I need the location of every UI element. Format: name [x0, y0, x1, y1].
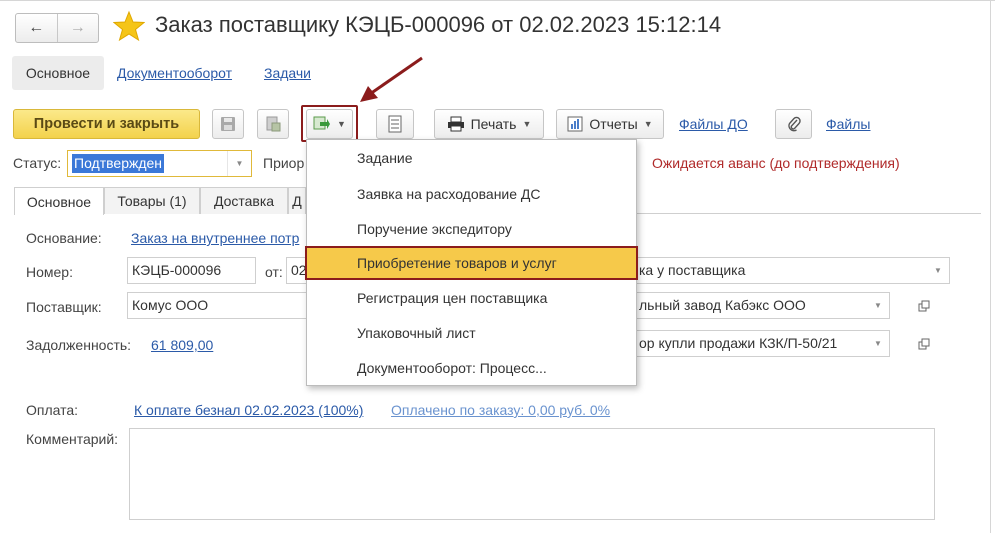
chevron-down-icon[interactable]: ▼ — [227, 151, 251, 176]
chevron-down-icon: ▼ — [643, 119, 653, 129]
favorite-star-icon[interactable] — [113, 10, 145, 42]
forward-button[interactable]: → — [56, 14, 99, 42]
chevron-down-icon[interactable]: ▼ — [867, 331, 889, 356]
reports-label: Отчеты — [589, 116, 638, 132]
arrow-left-icon: ← — [28, 19, 45, 36]
inner-tab-main[interactable]: Основное — [14, 187, 104, 215]
floppy-disk-icon — [221, 117, 235, 131]
post-and-close-button[interactable]: Провести и закрыть — [13, 109, 200, 139]
basis-label: Основание: — [26, 230, 102, 246]
window-top-border — [0, 0, 995, 6]
open-partner-button[interactable] — [913, 292, 935, 319]
status-select[interactable]: Подтвержден ▼ — [67, 150, 252, 177]
attach-button[interactable] — [775, 109, 812, 139]
reports-icon — [567, 116, 583, 132]
menu-item-task[interactable]: Задание — [307, 141, 636, 175]
priority-label: Приор — [263, 155, 305, 171]
operation-field[interactable]: ка у поставщика ▼ — [620, 257, 950, 284]
debt-label: Задолженность: — [26, 337, 132, 353]
inner-tab-more[interactable]: Д — [288, 187, 306, 214]
printer-icon — [447, 116, 464, 132]
comment-field[interactable] — [129, 428, 935, 520]
paid-link[interactable]: Оплачено по заказу: 0,00 руб. 0% — [391, 402, 610, 418]
back-button[interactable]: ← — [16, 14, 57, 42]
open-window-icon — [918, 338, 930, 349]
annotation-arrow-icon — [360, 56, 423, 102]
chevron-down-icon[interactable]: ▼ — [867, 293, 889, 318]
operation-value: ка у поставщика — [639, 262, 746, 278]
menu-item-purchase-goods-services[interactable]: Приобретение товаров и услуг — [305, 246, 638, 280]
menu-item-packing-list[interactable]: Упаковочный лист — [307, 316, 636, 350]
document-structure-button[interactable] — [376, 109, 414, 139]
basis-link[interactable]: Заказ на внутреннее потр — [131, 230, 306, 246]
open-window-icon — [918, 300, 930, 311]
files-link[interactable]: Файлы — [826, 116, 870, 132]
contract-value: ор купли продажи КЗК/П-50/21 — [639, 335, 838, 351]
document-post-icon — [266, 116, 281, 132]
payment-warning: Ожидается аванс (до подтверждения) — [652, 155, 900, 171]
tab-tasks[interactable]: Задачи — [264, 65, 311, 81]
post-button[interactable] — [257, 109, 289, 139]
menu-item-cash-request[interactable]: Заявка на расходование ДС — [307, 177, 636, 211]
chevron-down-icon[interactable]: ▼ — [927, 258, 949, 283]
debt-link[interactable]: 61 809,00 — [151, 337, 213, 353]
status-value: Подтвержден — [72, 154, 165, 173]
save-button[interactable] — [212, 109, 244, 139]
print-button[interactable]: Печать ▼ — [434, 109, 544, 139]
from-label: от: — [265, 264, 283, 280]
partner-value: льный завод Кабэкс ООО — [639, 297, 806, 313]
inner-tab-delivery[interactable]: Доставка — [200, 187, 288, 214]
open-contract-button[interactable] — [913, 330, 935, 357]
files-do-link[interactable]: Файлы ДО — [679, 116, 748, 132]
partner-field[interactable]: льный завод Кабэкс ООО ▼ — [620, 292, 890, 319]
list-document-icon — [388, 115, 402, 133]
inner-tab-goods[interactable]: Товары (1) — [104, 187, 200, 214]
tab-docflow[interactable]: Документооборот — [117, 65, 232, 81]
reports-button[interactable]: Отчеты ▼ — [556, 109, 664, 139]
paperclip-icon — [787, 116, 801, 132]
menu-item-forwarder-order[interactable]: Поручение экспедитору — [307, 212, 636, 246]
number-label: Номер: — [26, 264, 73, 280]
payment-label: Оплата: — [26, 402, 79, 418]
page-title: Заказ поставщику КЭЦБ-000096 от 02.02.20… — [155, 12, 722, 37]
date-field[interactable]: 02 — [286, 257, 306, 284]
supplier-label: Поставщик: — [26, 299, 102, 315]
comment-label: Комментарий: — [26, 431, 119, 447]
menu-item-docflow-process[interactable]: Документооборот: Процесс... — [307, 351, 636, 385]
supplier-field[interactable]: Комус ООО — [127, 292, 306, 319]
menu-item-supplier-price-registration[interactable]: Регистрация цен поставщика — [307, 281, 636, 315]
create-based-on-menu: Задание Заявка на расходование ДС Поруче… — [305, 139, 638, 386]
number-field[interactable]: КЭЦБ-000096 — [127, 257, 256, 284]
window-right-border — [990, 0, 991, 533]
chevron-down-icon: ▼ — [522, 119, 532, 129]
status-label: Статус: — [13, 155, 62, 171]
payment-link[interactable]: К оплате безнал 02.02.2023 (100%) — [134, 402, 363, 418]
print-label: Печать — [470, 116, 517, 132]
contract-field[interactable]: ор купли продажи КЗК/П-50/21 ▼ — [620, 330, 890, 357]
arrow-right-icon: → — [69, 19, 86, 36]
tab-main[interactable]: Основное — [12, 56, 104, 90]
nav-buttons: ← → — [15, 13, 99, 43]
